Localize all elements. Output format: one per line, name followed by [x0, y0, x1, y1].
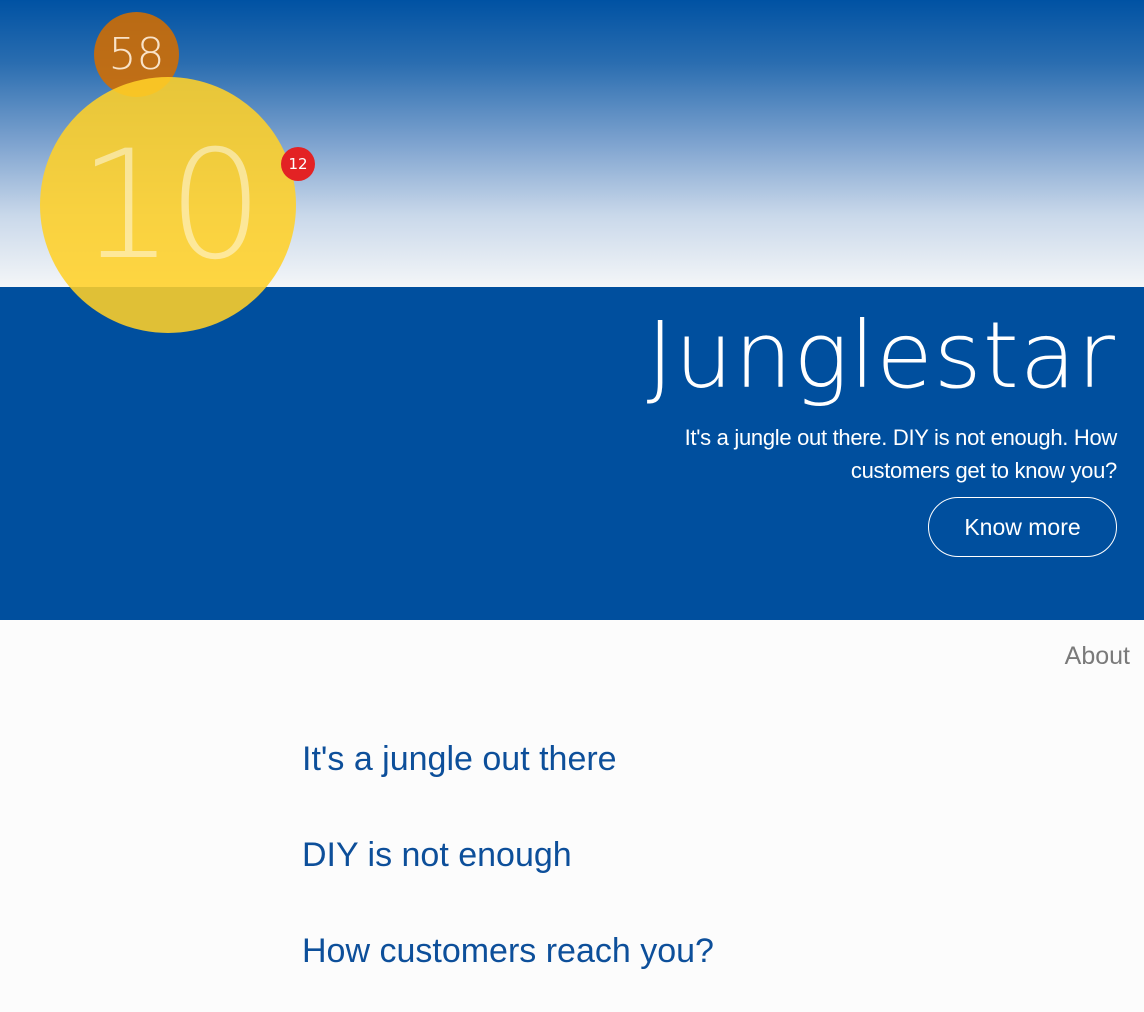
red-notification-badge: 12: [281, 147, 315, 181]
page: 58 10 12 Junglestar It's a jungle out th…: [0, 0, 1144, 1012]
section-heading: DIY is not enough: [302, 836, 572, 874]
sun-badge: 10: [40, 77, 296, 333]
sun-badge-value: 10: [78, 119, 264, 293]
red-badge-value: 12: [288, 154, 308, 173]
know-more-button[interactable]: Know more: [928, 497, 1117, 557]
nav-about-link[interactable]: About: [1065, 642, 1130, 671]
brand-title: Junglestar: [646, 302, 1116, 409]
section-heading: It's a jungle out there: [302, 740, 617, 778]
section-list: It's a jungle out there DIY is not enoug…: [302, 735, 714, 1012]
section-heading: How customers reach you?: [302, 932, 714, 970]
orange-badge-value: 58: [108, 28, 165, 80]
hero-tagline: It's a jungle out there. DIY is not enou…: [684, 425, 1118, 483]
